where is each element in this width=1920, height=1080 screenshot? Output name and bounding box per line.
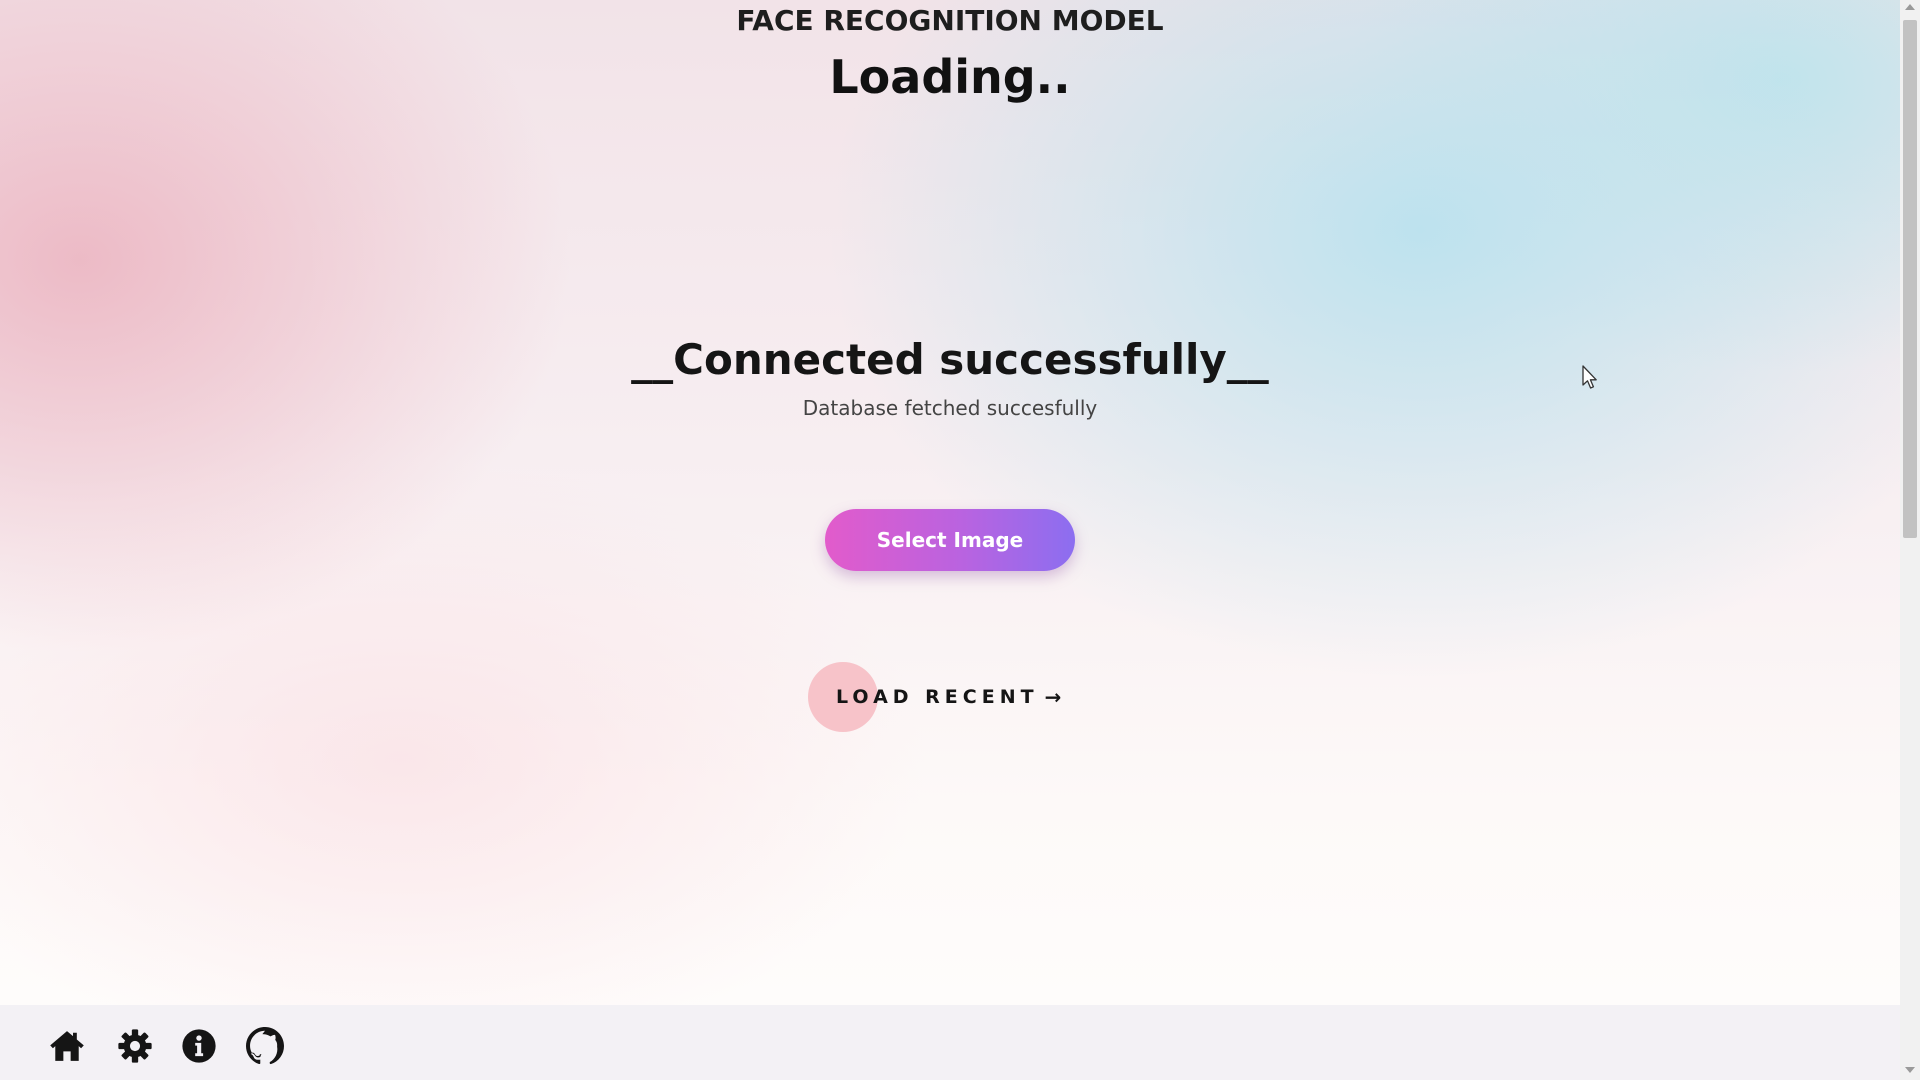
- vertical-scrollbar[interactable]: [1900, 0, 1920, 1080]
- mouse-cursor-icon: [1581, 365, 1599, 391]
- github-icon[interactable]: [246, 1027, 284, 1065]
- app-title: FACE RECOGNITION MODEL: [736, 4, 1164, 37]
- arrow-right-icon: →: [1044, 685, 1062, 709]
- scroll-up-arrow-icon[interactable]: [1905, 4, 1915, 10]
- scroll-down-arrow-icon[interactable]: [1905, 1067, 1915, 1073]
- home-icon-glyph: [50, 1031, 84, 1061]
- info-icon-glyph: [182, 1029, 216, 1063]
- home-icon[interactable]: [48, 1027, 86, 1065]
- load-recent-link[interactable]: LOAD RECENT →: [808, 662, 1061, 732]
- bottom-nav-bar: [0, 1005, 1900, 1080]
- select-image-button[interactable]: Select Image: [825, 509, 1075, 571]
- load-recent-label: LOAD RECENT: [836, 686, 1039, 708]
- app-window: FACE RECOGNITION MODEL Loading.. __Conne…: [0, 0, 1920, 1080]
- connection-status-heading: __Connected successfully__: [631, 335, 1269, 384]
- loading-text: Loading..: [829, 50, 1071, 104]
- gear-icon-glyph: [118, 1029, 152, 1063]
- scroll-thumb[interactable]: [1903, 20, 1917, 538]
- github-icon-glyph: [246, 1027, 284, 1065]
- gradient-background: [0, 0, 1900, 1005]
- gear-icon[interactable]: [116, 1027, 154, 1065]
- connection-status-subtext: Database fetched succesfully: [802, 396, 1098, 420]
- info-icon[interactable]: [180, 1027, 218, 1065]
